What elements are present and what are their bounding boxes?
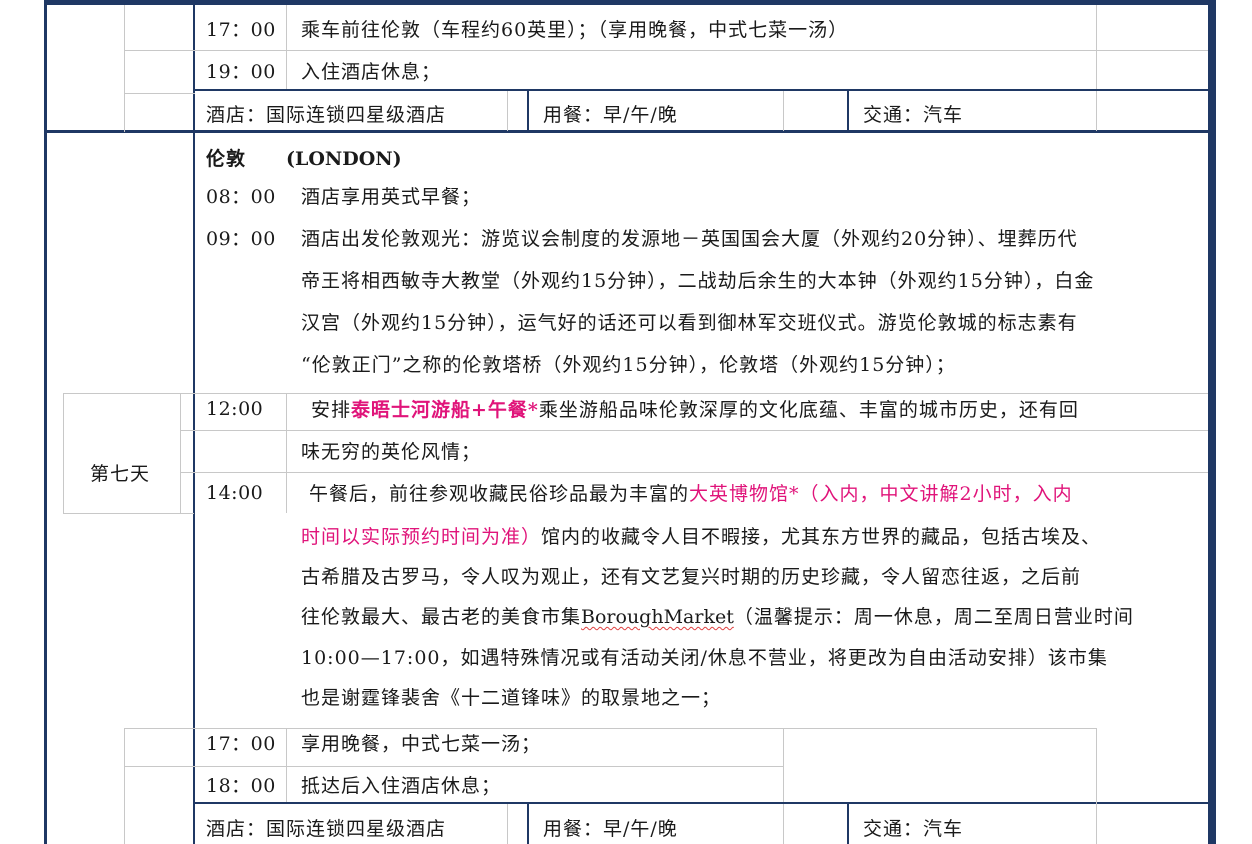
- grid-line: [180, 430, 1208, 431]
- schedule-text: 古希腊及古罗马，令人叹为观止，还有文艺复兴时期的历史珍藏，令人留恋往返，之后前: [301, 566, 1082, 588]
- grid-line: [124, 728, 1096, 729]
- day7-footer-top-rule: [195, 802, 1208, 804]
- schedule-text: “伦敦正门”之称的伦敦塔桥（外观约15分钟），伦敦塔（外观约15分钟）；: [301, 354, 956, 376]
- city-title: 伦敦: [206, 148, 247, 170]
- schedule-text: 午餐后，前往参观收藏民俗珍品最为丰富的大英博物馆*（入内，中文讲解2小时，入内: [309, 483, 1073, 505]
- grid-line: [1096, 5, 1097, 89]
- schedule-time: 09：00: [206, 228, 276, 250]
- schedule-text: 汉宫（外观约15分钟），运气好的话还可以看到御林军交班仪式。游览伦敦城的标志素有: [301, 312, 1078, 334]
- grid-line: [125, 93, 195, 94]
- grid-line: [286, 5, 287, 89]
- outer-border-left: [44, 0, 47, 844]
- schedule-text: 也是谢霆锋裴舍《十二道锋味》的取景地之一；: [301, 687, 722, 709]
- grid-line: [286, 728, 287, 802]
- highlight-thames-cruise: 泰晤士河游船+午餐*: [351, 399, 539, 421]
- grid-line: [124, 5, 125, 132]
- schedule-time: 17：00: [206, 733, 276, 755]
- footer-sep: [847, 91, 849, 131]
- schedule-time: 19：00: [206, 61, 276, 83]
- grid-line: [286, 393, 287, 513]
- schedule-text: 入住酒店休息；: [301, 61, 442, 83]
- outer-border-right: [1208, 0, 1216, 844]
- schedule-text: 10:00—17:00，如遇特殊情况或有活动关闭/休息不营业，将更改为自由活动安…: [301, 647, 1108, 669]
- grid-line: [783, 728, 784, 802]
- schedule-text: 时间以实际预约时间为准）馆内的收藏令人目不暇接，尤其东方世界的藏品，包括古埃及、: [301, 526, 1101, 548]
- schedule-text: 往伦敦最大、最古老的美食市集BoroughMarket（温馨提示：周一休息，周二…: [301, 606, 1134, 628]
- text-segment: 馆内的收藏令人目不暇接，尤其东方世界的藏品，包括古埃及、: [541, 526, 1102, 548]
- footer-meal: 用餐：早/午/晚: [543, 818, 678, 840]
- day-separator: [47, 130, 1208, 133]
- grid-line: [63, 393, 64, 513]
- grid-line: [783, 91, 784, 131]
- day-separator-top-rule: [195, 89, 1208, 91]
- grid-line: [783, 804, 784, 844]
- schedule-time: 14:00: [206, 482, 264, 504]
- footer-sep: [527, 804, 529, 844]
- schedule-text: 帝王将相西敏寺大教堂（外观约15分钟），二战劫后余生的大本钟（外观约15分钟），…: [301, 270, 1095, 292]
- grid-line: [1096, 728, 1097, 844]
- schedule-time: 17：00: [206, 19, 276, 41]
- footer-sep: [527, 91, 529, 131]
- borough-market-link: BoroughMarket: [581, 606, 734, 628]
- grid-line: [1096, 91, 1097, 131]
- grid-line: [63, 393, 1208, 394]
- footer-meal: 用餐：早/午/晚: [543, 104, 678, 126]
- schedule-text: 味无穷的英伦风情；: [301, 441, 482, 463]
- schedule-text: 抵达后入住酒店休息；: [301, 775, 502, 797]
- outer-border-top: [44, 0, 1216, 5]
- city-title-en: (LONDON): [286, 148, 402, 170]
- schedule-time: 08：00: [206, 186, 276, 208]
- day-label: 第七天: [90, 463, 151, 485]
- schedule-time: 18：00: [206, 775, 276, 797]
- highlight-british-museum: 大英博物馆*（入内，中文讲解2小时，入内: [689, 483, 1073, 505]
- text-segment: （温馨提示：周一休息，周二至周日营业时间: [733, 606, 1134, 628]
- grid-line: [124, 728, 125, 844]
- highlight-british-museum: 时间以实际预约时间为准）: [301, 526, 542, 548]
- footer-sep: [847, 804, 849, 844]
- schedule-text: 酒店出发伦敦观光：游览议会制度的发源地－英国国会大厦（外观约20分钟）、埋葬历代: [301, 228, 1078, 250]
- schedule-text: 酒店享用英式早餐；: [301, 186, 482, 208]
- text-segment: 往伦敦最大、最古老的美食市集: [301, 606, 582, 628]
- schedule-text: 安排泰晤士河游船+午餐*乘坐游船品味伦敦深厚的文化底蕴、丰富的城市历史，还有回: [311, 399, 1079, 421]
- grid-line: [125, 50, 1208, 51]
- grid-line: [125, 766, 783, 767]
- text-segment: 乘坐游船品味伦敦深厚的文化底蕴、丰富的城市历史，还有回: [538, 399, 1079, 421]
- schedule-text: 乘车前往伦敦（车程约60英里）；（享用晚餐，中式七菜一汤）: [301, 19, 849, 41]
- schedule-text: 享用晚餐，中式七菜一汤；: [301, 733, 542, 755]
- grid-line: [180, 393, 181, 513]
- grid-line: [507, 91, 508, 131]
- grid-line: [63, 513, 194, 514]
- footer-hotel: 酒店：国际连锁四星级酒店: [206, 818, 447, 840]
- grid-line: [180, 472, 1208, 473]
- footer-hotel: 酒店：国际连锁四星级酒店: [206, 104, 447, 126]
- grid-line: [507, 804, 508, 844]
- schedule-time: 12:00: [206, 398, 264, 420]
- text-segment: 安排: [311, 399, 352, 421]
- footer-transport: 交通：汽车: [863, 104, 964, 126]
- footer-transport: 交通：汽车: [863, 818, 964, 840]
- text-segment: 午餐后，前往参观收藏民俗珍品最为丰富的: [309, 483, 690, 505]
